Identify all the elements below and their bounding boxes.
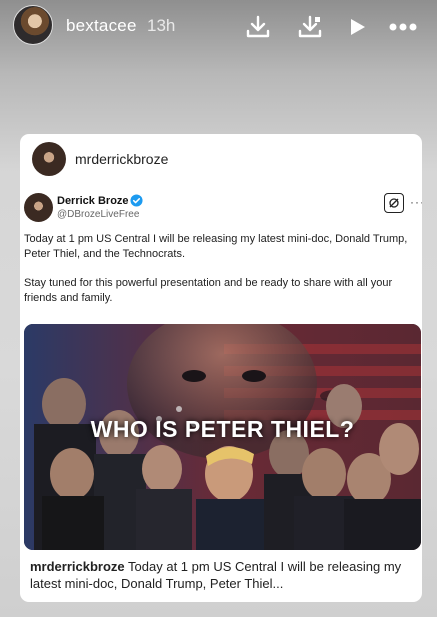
tweet-author-avatar	[24, 193, 53, 222]
tweet-author-name: Derrick Broze	[57, 195, 129, 207]
tweet-paragraph-1: Today at 1 pm US Central I will be relea…	[24, 233, 408, 260]
save-icon[interactable]	[295, 12, 325, 42]
account-avatar[interactable]	[32, 142, 66, 176]
story-header: bextacee 13h	[0, 0, 437, 54]
shared-post-card[interactable]: mrderrickbroze Derrick Broze @DBrozeLive…	[20, 134, 422, 602]
tweet-paragraph-2: Stay tuned for this powerful presentatio…	[24, 277, 393, 304]
download-icon[interactable]	[243, 12, 273, 42]
verified-badge-icon	[130, 194, 143, 207]
tweet-body: Today at 1 pm US Central I will be relea…	[24, 232, 419, 320]
avatar[interactable]	[13, 5, 53, 45]
more-icon[interactable]	[388, 12, 418, 42]
caption-username[interactable]: mrderrickbroze	[30, 559, 125, 574]
story-timestamp: 13h	[147, 16, 176, 35]
story-username[interactable]: bextacee	[66, 16, 137, 36]
grok-icon	[384, 193, 404, 213]
play-icon[interactable]	[342, 12, 372, 42]
post-caption: mrderrickbroze Today at 1 pm US Central …	[30, 558, 415, 592]
tweet-media-image: WHO IS PETER THIEL?	[24, 324, 421, 550]
tweet-more-icon: ···	[410, 195, 422, 209]
account-name[interactable]: mrderrickbroze	[75, 151, 168, 167]
media-title-text: WHO IS PETER THIEL?	[90, 416, 355, 442]
tweet-author-handle: @DBrozeLiveFree	[57, 209, 140, 220]
